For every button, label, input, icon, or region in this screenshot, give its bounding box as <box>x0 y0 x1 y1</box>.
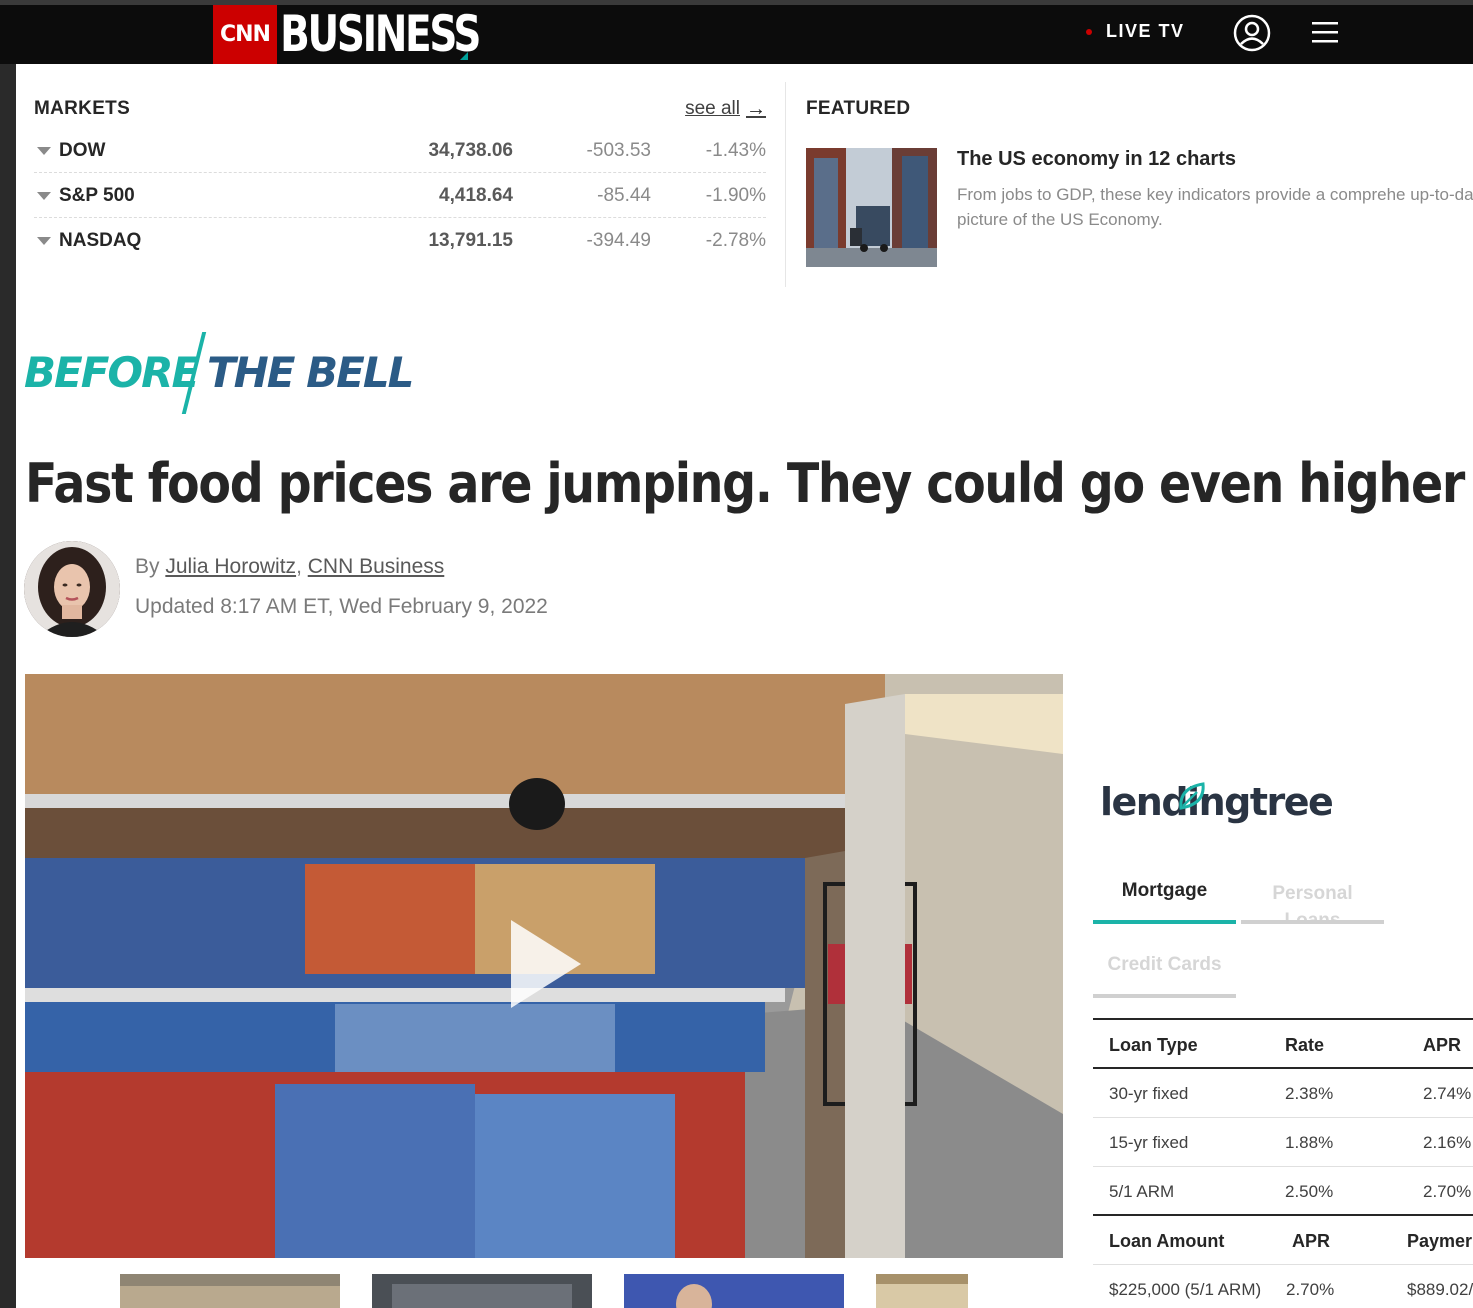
see-all-link[interactable]: see all → <box>685 98 766 121</box>
loan-apr: 2.74% <box>1423 1084 1472 1103</box>
tab-personal-loans[interactable]: Personal Loans <box>1241 880 1384 924</box>
outlet-link[interactable]: CNN Business <box>308 555 445 578</box>
top-nav-bar: CNN BUSINESS LIVE TV <box>0 0 1473 64</box>
tab-underline <box>1093 994 1236 998</box>
market-row-nasdaq[interactable]: NASDAQ 13,791.15 -394.49 -2.78% <box>34 218 766 263</box>
rates-table: Loan Type Rate APR 30-yr fixed 2.38% 2.7… <box>1093 1018 1473 1308</box>
business-wordmark: BUSINESS <box>280 5 481 63</box>
table-row[interactable]: $225,000 (5/1 ARM) 2.70% $889.02/ <box>1093 1265 1473 1308</box>
article-headline: Fast food prices are jumping. They could… <box>25 452 1465 515</box>
header-loan-type: Loan Type <box>1109 1035 1198 1055</box>
market-change: -85.44 <box>597 185 651 206</box>
market-name: DOW <box>59 140 106 161</box>
loan-rate: 2.50% <box>1285 1182 1334 1201</box>
market-change: -394.49 <box>586 230 651 251</box>
tab-credit-cards[interactable]: Credit Cards <box>1093 954 1236 998</box>
hamburger-menu-icon[interactable] <box>1310 17 1340 47</box>
market-value: 4,418.64 <box>439 185 513 206</box>
loan-type: 30-yr fixed <box>1109 1084 1189 1103</box>
markets-panel: MARKETS see all → DOW 34,738.06 -503.53 … <box>34 90 766 263</box>
btb-bell: THE BELL <box>207 348 414 397</box>
video-thumbnail[interactable] <box>876 1274 968 1308</box>
tab-underline <box>1093 920 1236 924</box>
live-tv-link[interactable]: LIVE TV <box>1086 21 1185 42</box>
loan-apr: 2.70% <box>1423 1182 1472 1201</box>
video-thumbnail[interactable] <box>120 1274 340 1308</box>
market-value: 34,738.06 <box>428 140 513 161</box>
leaf-icon <box>1179 782 1205 810</box>
tab-credit-label: Credit Cards <box>1107 954 1222 975</box>
down-triangle-icon <box>37 237 51 245</box>
market-name: NASDAQ <box>59 230 142 251</box>
header-payment: Paymer <box>1407 1231 1473 1251</box>
tab-mortgage[interactable]: Mortgage <box>1093 880 1236 924</box>
market-name: S&P 500 <box>59 185 135 206</box>
author-avatar[interactable] <box>24 541 120 637</box>
market-row-dow[interactable]: DOW 34,738.06 -503.53 -1.43% <box>34 128 766 173</box>
arrow-right-icon: → <box>746 97 766 120</box>
see-all-label: see all <box>685 98 740 119</box>
market-percent: -1.43% <box>705 140 766 161</box>
divider <box>785 82 786 287</box>
market-row-sp500[interactable]: S&P 500 4,418.64 -85.44 -1.90% <box>34 173 766 218</box>
market-change: -503.53 <box>586 140 651 161</box>
video-thumbnails <box>120 1274 968 1308</box>
table-row[interactable]: 15-yr fixed 1.88% 2.16% <box>1093 1118 1473 1167</box>
header-apr: APR <box>1423 1035 1462 1055</box>
cnn-business-logo[interactable]: CNN BUSINESS <box>213 5 536 64</box>
featured-description: From jobs to GDP, these key indicators p… <box>957 185 1473 229</box>
byline-sep: , <box>296 555 308 578</box>
loan-rate: 1.88% <box>1285 1133 1334 1152</box>
amount-apr: 2.70% <box>1286 1280 1335 1299</box>
market-percent: -2.78% <box>705 230 766 251</box>
live-tv-label: LIVE TV <box>1106 21 1185 41</box>
btb-before: BEFORE <box>24 348 200 397</box>
featured-headline[interactable]: The US economy in 12 charts <box>957 148 1236 171</box>
cnn-logo-box: CNN <box>213 5 277 64</box>
markets-title: MARKETS <box>34 98 131 119</box>
logo-accent <box>460 52 468 60</box>
updated-timestamp: Updated 8:17 AM ET, Wed February 9, 2022 <box>135 595 548 618</box>
byline: By Julia Horowitz, CNN Business <box>135 555 444 579</box>
loan-rate: 2.38% <box>1285 1084 1334 1103</box>
tab-underline <box>1241 920 1384 924</box>
loan-apr: 2.16% <box>1423 1133 1472 1152</box>
featured-panel: FEATURED The US economy in 12 charts Fro… <box>806 90 1473 267</box>
market-value: 13,791.15 <box>428 230 513 251</box>
featured-title: FEATURED <box>806 98 911 119</box>
loan-type: 15-yr fixed <box>1109 1133 1189 1152</box>
table-row[interactable]: 5/1 ARM 2.50% 2.70% <box>1093 1167 1473 1216</box>
author-link[interactable]: Julia Horowitz <box>165 555 296 578</box>
lendingtree-logo[interactable]: lendingtree <box>1100 780 1334 824</box>
video-thumbnail[interactable] <box>624 1274 844 1308</box>
down-triangle-icon <box>37 192 51 200</box>
market-percent: -1.90% <box>705 185 766 206</box>
table-header: Loan Type Rate APR <box>1093 1020 1473 1069</box>
amount-payment: $889.02/ <box>1407 1280 1473 1299</box>
live-dot-icon <box>1086 28 1092 35</box>
page: MARKETS see all → DOW 34,738.06 -503.53 … <box>16 0 1473 1308</box>
tab-personal-label: Personal Loans <box>1272 883 1353 924</box>
video-thumbnail[interactable] <box>372 1274 592 1308</box>
header-rate: Rate <box>1285 1035 1325 1055</box>
user-account-icon[interactable] <box>1232 13 1272 53</box>
tab-mortgage-label: Mortgage <box>1121 880 1208 901</box>
featured-thumbnail[interactable] <box>806 148 937 267</box>
down-triangle-icon <box>37 147 51 155</box>
loan-amount: $225,000 (5/1 ARM) <box>1109 1280 1262 1299</box>
video-player[interactable] <box>25 674 1063 1258</box>
table-header: Loan Amount APR Paymer <box>1093 1216 1473 1265</box>
play-icon[interactable] <box>511 920 581 1008</box>
header-apr: APR <box>1292 1231 1331 1251</box>
table-row[interactable]: 30-yr fixed 2.38% 2.74% <box>1093 1069 1473 1118</box>
byline-by: By <box>135 555 166 578</box>
loan-type: 5/1 ARM <box>1109 1182 1175 1201</box>
header-loan-amount: Loan Amount <box>1109 1231 1225 1251</box>
